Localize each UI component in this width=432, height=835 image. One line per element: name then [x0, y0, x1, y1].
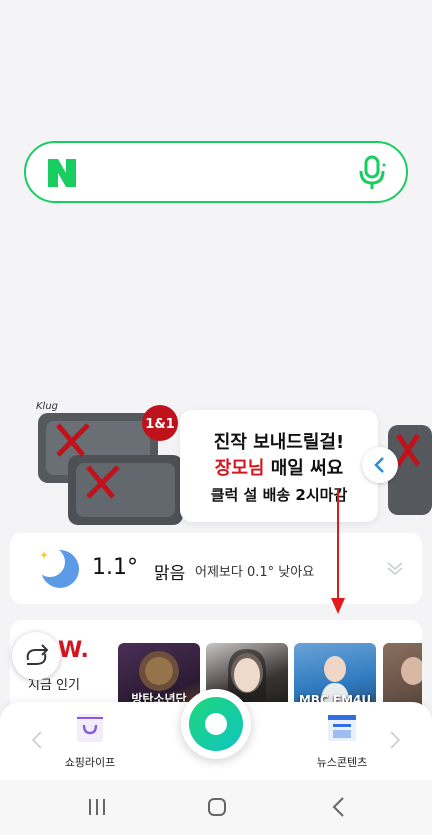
- return-arrow-icon: [26, 644, 49, 665]
- recent-apps-icon[interactable]: [84, 794, 110, 820]
- news-icon: [328, 715, 356, 741]
- ad-highlight: 장모님: [214, 458, 265, 479]
- chevron-left-icon: [374, 457, 384, 473]
- temperature: 1.1°: [92, 555, 138, 580]
- trend-logo: W.: [58, 638, 89, 663]
- chevron-right-icon[interactable]: [388, 730, 402, 750]
- news-content-button[interactable]: 뉴스콘텐츠: [302, 712, 382, 772]
- shopping-life-label: 쇼핑라이프: [64, 756, 116, 769]
- chevron-left-icon[interactable]: [30, 730, 44, 750]
- news-content-label: 뉴스콘텐츠: [316, 756, 368, 769]
- ad-banner[interactable]: Klug 1&1 진작 보내드릴걸! 장모님 매일 써요 클럭 설 배송 2시마…: [0, 385, 432, 530]
- weather-comparison: 어제보다 0.1° 낮아요: [195, 565, 315, 580]
- moon-icon: [35, 547, 79, 588]
- annotation-arrow: [331, 490, 345, 614]
- search-bar[interactable]: [24, 141, 408, 203]
- green-dot-icon: [189, 697, 243, 751]
- ad-shipping-note: 클럭 설 배송 2시마감: [210, 486, 348, 504]
- back-icon[interactable]: [326, 794, 352, 820]
- home-icon[interactable]: [204, 794, 230, 820]
- chevron-down-icon[interactable]: [384, 557, 406, 579]
- ad-headline: 진작 보내드릴걸!: [213, 432, 345, 453]
- trend-thumbnail[interactable]: 방탄소년단: [118, 643, 200, 709]
- mic-icon[interactable]: [358, 155, 386, 191]
- ad-text-card[interactable]: 진작 보내드릴걸! 장모님 매일 써요 클럭 설 배송 2시마감: [180, 410, 378, 522]
- trend-thumbnail[interactable]: MBC FM4U: [294, 643, 376, 709]
- green-dot-button[interactable]: [181, 689, 251, 759]
- system-nav-bar: [0, 780, 432, 835]
- shopping-life-button[interactable]: 쇼핑라이프: [50, 712, 130, 772]
- return-button[interactable]: [12, 632, 60, 680]
- ad-subline-rest: 매일 써요: [264, 458, 344, 479]
- ad-subline: 장모님 매일 써요: [180, 454, 378, 480]
- weather-card[interactable]: 1.1° 맑음 어제보다 0.1° 낮아요: [10, 533, 422, 604]
- trend-thumbnail[interactable]: [383, 643, 422, 709]
- ad-prev-button[interactable]: [362, 447, 398, 483]
- shopping-bag-icon: [77, 714, 103, 742]
- ad-badge: 1&1: [145, 417, 174, 432]
- ad-brand: Klug: [36, 401, 58, 412]
- naver-logo-icon: [48, 159, 76, 187]
- thumbnail-image: [401, 657, 422, 685]
- weather-condition: 맑음: [154, 564, 186, 584]
- ad-product-image: Klug 1&1: [36, 401, 183, 525]
